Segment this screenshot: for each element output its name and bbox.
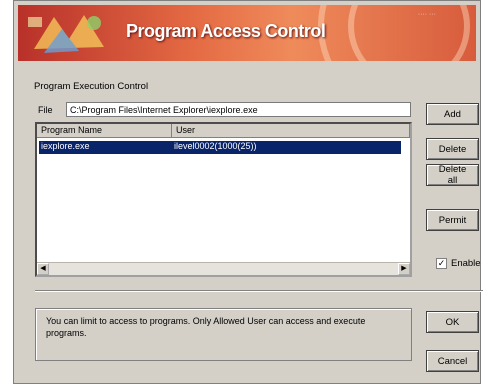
enable-toggle[interactable]: ✓ Enable xyxy=(436,258,481,269)
delete-button[interactable]: Delete xyxy=(426,138,479,160)
enable-checkbox[interactable]: ✓ xyxy=(436,258,447,269)
banner-corner-text: ···· ··· xyxy=(417,11,436,18)
program-name-cell: iexplore.exe xyxy=(41,141,90,151)
program-list[interactable]: Program Name User iexplore.exe ilevel000… xyxy=(35,122,412,277)
scroll-right-arrow-icon[interactable]: ▶ xyxy=(398,263,410,275)
file-label: File xyxy=(38,105,53,115)
header-banner: Program Access Control ···· ··· xyxy=(18,5,476,61)
add-button[interactable]: Add xyxy=(426,103,479,125)
cancel-button[interactable]: Cancel xyxy=(426,350,479,372)
banner-title: Program Access Control xyxy=(126,21,326,41)
program-access-dialog: Program Access Control ···· ··· Program … xyxy=(13,0,483,384)
column-header-user[interactable]: User xyxy=(172,124,410,138)
list-header: Program Name User xyxy=(37,124,410,138)
horizontal-scrollbar[interactable]: ◀ ▶ xyxy=(37,262,410,275)
permit-button[interactable]: Permit xyxy=(426,209,479,231)
info-text: You can limit to access to programs. Onl… xyxy=(35,308,412,361)
enable-label: Enable xyxy=(451,258,481,269)
delete-all-button[interactable]: Delete all xyxy=(426,164,479,186)
banner-circle-decoration xyxy=(348,5,470,61)
scroll-left-arrow-icon[interactable]: ◀ xyxy=(37,263,49,275)
list-row[interactable]: iexplore.exe ilevel0002(1000(25)) xyxy=(39,141,401,154)
file-path-input[interactable] xyxy=(66,102,411,117)
user-cell: ilevel0002(1000(25)) xyxy=(174,141,257,151)
ok-button[interactable]: OK xyxy=(426,311,479,333)
banner-logo-icon xyxy=(28,15,104,53)
program-execution-control-label: Program Execution Control xyxy=(34,81,149,92)
separator xyxy=(35,290,483,292)
column-header-program-name[interactable]: Program Name xyxy=(37,124,172,138)
